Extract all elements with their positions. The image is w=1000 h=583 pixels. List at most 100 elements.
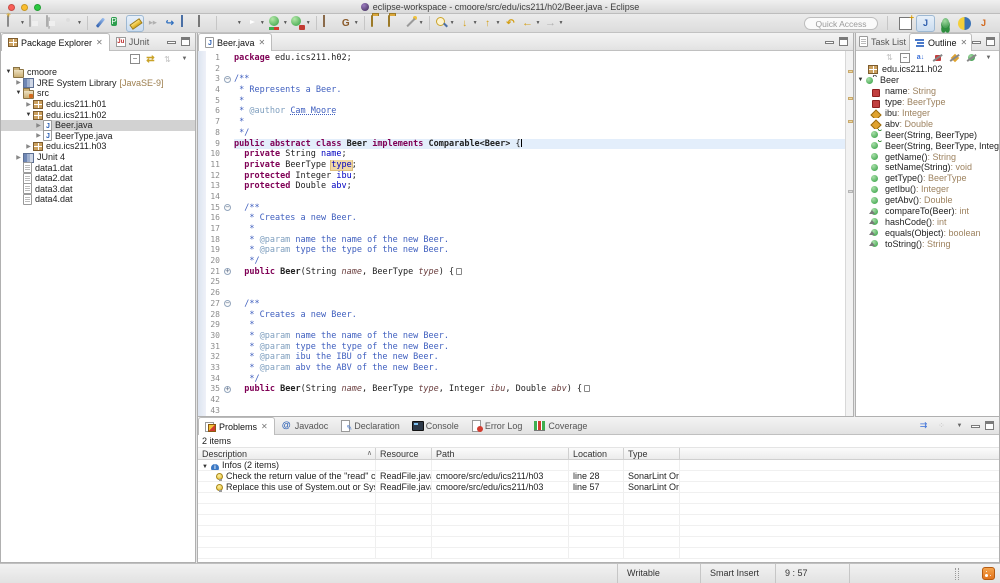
code-line-14[interactable]: 14 [198,192,845,203]
tab-javadoc[interactable]: @ Javadoc [275,417,335,434]
tree-item-junit-4[interactable]: ▶JUnit 4 [1,152,195,163]
code-line-9[interactable]: 9public abstract class Beer implements C… [198,139,845,150]
open-folder-button[interactable] [369,15,385,32]
fold-collapse-icon[interactable]: − [224,204,231,211]
tree-item-data4-dat[interactable]: data4.dat [1,194,195,205]
code-line-34[interactable]: 34 */ [198,374,845,385]
sort-icon[interactable]: a↓ [914,51,927,64]
expanded-arrow-icon[interactable]: ▼ [24,112,33,118]
code-line-8[interactable]: 8 */ [198,128,845,139]
problems-group-row[interactable]: ▼iInfos (2 items) [198,460,999,471]
tree-item-jre-system-library[interactable]: ▶JRE System Library[JavaSE-9] [1,78,195,89]
code-line-33[interactable]: 33 * @param abv the ABV of the new Beer. [198,363,845,374]
focus-icon[interactable]: ⇅ [161,53,174,66]
code-line-28[interactable]: 28 * Creates a new Beer. [198,310,845,321]
occurrence-marker[interactable] [848,70,853,73]
group-icon[interactable]: ⁘ [935,419,948,432]
code-line-20[interactable]: 20 */ [198,256,845,267]
code-line-19[interactable]: 19 * @param type the type of the new Bee… [198,245,845,256]
open-element-button[interactable] [162,15,178,32]
code-line-4[interactable]: 4 * Represents a Beer. [198,85,845,96]
new-button[interactable]: ▼ [4,15,26,32]
collapsed-arrow-icon[interactable]: ▶ [14,154,23,161]
tree-item-data1-dat[interactable]: data1.dat [1,162,195,173]
outline-item-name[interactable]: name : String [856,86,999,97]
folded-region-icon[interactable] [456,268,462,275]
collapse-all-icon[interactable]: − [130,54,140,64]
view-menu-icon[interactable]: ▼ [953,419,966,432]
code-line-16[interactable]: 16 * Creates a new Beer. [198,213,845,224]
outline-item-beer-string-beertype[interactable]: CBeer(String, BeerType) [856,129,999,140]
tree-item-data2-dat[interactable]: data2.dat [1,173,195,184]
tab-package-explorer[interactable]: Package Explorer ✕ [1,33,110,51]
code-line-42[interactable]: 42 [198,395,845,406]
outline-item-setname-string[interactable]: setName(String) : void [856,162,999,173]
close-icon[interactable]: ✕ [261,422,268,431]
column-type[interactable]: Type [624,448,680,459]
edit-button[interactable] [92,15,108,32]
tree-item-edu-ics211-h03[interactable]: ▶edu.ics211.h03 [1,141,195,152]
code-line-3[interactable]: 3−/** [198,74,845,85]
overview-ruler[interactable] [845,51,853,416]
outline-item-getname[interactable]: getName() : String [856,151,999,162]
code-line-35[interactable]: 35+ public Beer(String name, BeerType ty… [198,384,845,395]
code-line-11[interactable]: 11 private BeerType type; [198,160,845,171]
outline-item-type[interactable]: type : BeerType [856,97,999,108]
minimize-view-icon[interactable] [825,41,834,44]
minimize-window-button[interactable] [21,4,28,11]
previous-annotation-button[interactable]: ▼ [480,15,502,32]
occurrence-marker[interactable] [848,120,853,123]
tab-coverage[interactable]: Coverage [528,417,593,434]
fold-expand-icon[interactable]: + [224,386,231,393]
close-icon[interactable]: ✕ [259,38,266,47]
outline-item-tostring[interactable]: toString() : String [856,238,999,249]
new-table-button[interactable] [321,15,337,32]
expanded-arrow-icon[interactable]: ▼ [856,77,865,83]
fold-collapse-icon[interactable]: − [224,300,231,307]
tree-item-src[interactable]: ▼src [1,88,195,99]
pydev-perspective-button[interactable] [956,15,973,32]
debug-button[interactable]: ▼ [221,15,243,32]
folded-region-icon[interactable] [584,385,590,392]
filter-icon[interactable]: ⇉ [917,419,930,432]
hide-fields-icon[interactable] [931,51,944,64]
java-browsing-perspective-button[interactable]: J [975,15,992,32]
outline-item-compareto-beer[interactable]: compareTo(Beer) : int [856,206,999,217]
code-line-27[interactable]: 27− /** [198,299,845,310]
outline-item-beer-string-beertype-integer-do[interactable]: CBeer(String, BeerType, Integer, Do [856,140,999,151]
pydev-flag-button[interactable]: P [109,15,125,32]
fold-expand-icon[interactable]: + [224,268,231,275]
save-button[interactable] [27,15,43,32]
tab-console[interactable]: Console [406,417,465,434]
minimize-view-icon[interactable] [167,41,176,44]
java-perspective-button[interactable]: J [916,15,935,32]
maximize-view-icon[interactable] [839,37,848,46]
skip-breakpoints-button[interactable] [145,15,161,32]
run-button[interactable]: ▼ [244,15,266,32]
code-line-31[interactable]: 31 * @param type the type of the new Bee… [198,342,845,353]
code-line-21[interactable]: 21+ public Beer(String name, BeerType ty… [198,267,845,278]
maximize-view-icon[interactable] [985,421,994,430]
maximize-view-icon[interactable] [986,37,995,46]
minimize-view-icon[interactable] [971,425,980,428]
code-line-13[interactable]: 13 protected Double abv; [198,181,845,192]
notification-icon[interactable] [982,567,995,580]
focus-icon[interactable]: ⇅ [883,51,896,64]
code-line-10[interactable]: 10 private String name; [198,149,845,160]
outline-item-gettype[interactable]: getType() : BeerType [856,173,999,184]
account-button[interactable]: ▼ [61,15,83,32]
title-bar[interactable]: eclipse-workspace - cmoore/src/edu/ics21… [0,0,1000,14]
search-button[interactable]: ▼ [434,15,456,32]
new-window-button[interactable] [179,15,195,32]
open-perspective-button[interactable] [897,15,914,32]
tree-item-cmoore[interactable]: ▼cmoore [1,67,195,78]
expanded-arrow-icon[interactable]: ▼ [4,69,13,75]
smart-insert-status[interactable]: Smart Insert [700,564,775,583]
minimize-view-icon[interactable] [972,41,981,44]
link-with-editor-icon[interactable]: ⇄ [144,53,157,66]
outline-item-edu-ics211-h02[interactable]: edu.ics211.h02 [856,64,999,75]
code-line-15[interactable]: 15− /** [198,203,845,214]
import-folder-button[interactable] [386,15,402,32]
mark-occurrences-button[interactable] [126,15,144,32]
code-line-7[interactable]: 7 * [198,117,845,128]
